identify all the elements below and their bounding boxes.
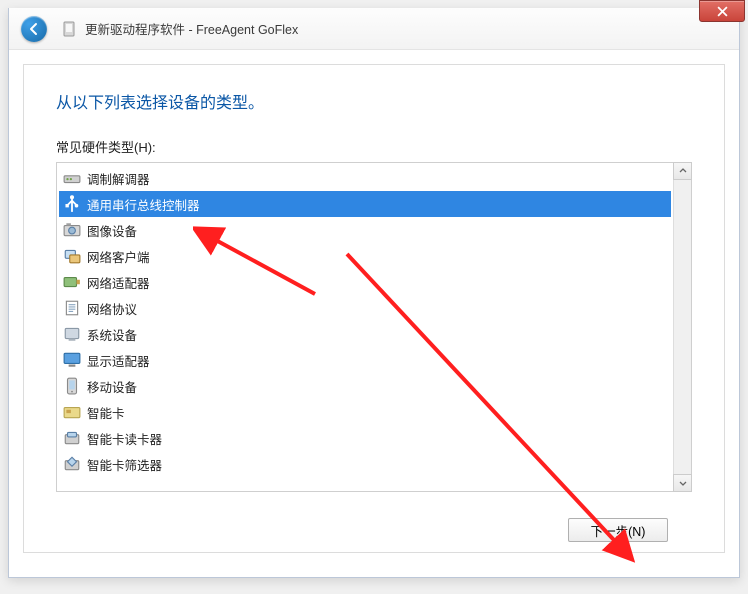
- screader-icon: [63, 429, 81, 447]
- display-icon: [63, 351, 81, 369]
- chevron-up-icon: [679, 167, 687, 175]
- list-item-label: 移动设备: [87, 377, 137, 396]
- list-item[interactable]: 调制解调器: [59, 165, 671, 191]
- list-label: 常见硬件类型(H):: [56, 137, 692, 156]
- mobile-icon: [63, 377, 81, 395]
- list-item[interactable]: 网络适配器: [59, 269, 671, 295]
- imaging-icon: [63, 221, 81, 239]
- content-frame: 从以下列表选择设备的类型。 常见硬件类型(H): 调制解调器通用串行总线控制器图…: [23, 64, 725, 553]
- next-button-label: 下一步(N): [591, 525, 646, 539]
- list-item[interactable]: 通用串行总线控制器: [59, 191, 671, 217]
- usb-icon: [63, 195, 81, 213]
- dialog-window: 更新驱动程序软件 - FreeAgent GoFlex 从以下列表选择设备的类型…: [8, 8, 740, 578]
- back-button[interactable]: [21, 16, 47, 42]
- list-item[interactable]: 网络客户端: [59, 243, 671, 269]
- window-title: 更新驱动程序软件 - FreeAgent GoFlex: [85, 19, 298, 38]
- system-icon: [63, 325, 81, 343]
- list-item-label: 智能卡: [87, 403, 125, 422]
- list-item-label: 系统设备: [87, 325, 137, 344]
- page-heading: 从以下列表选择设备的类型。: [56, 89, 692, 113]
- netproto-icon: [63, 299, 81, 317]
- smartcard-icon: [63, 403, 81, 421]
- next-button[interactable]: 下一步(N): [568, 518, 668, 542]
- modem-icon: [63, 169, 81, 187]
- arrow-left-icon: [27, 22, 41, 36]
- device-icon: [61, 21, 77, 37]
- header-bar: 更新驱动程序软件 - FreeAgent GoFlex: [9, 8, 739, 50]
- scroll-down-button[interactable]: [673, 474, 692, 492]
- list-item[interactable]: 系统设备: [59, 321, 671, 347]
- list-item[interactable]: 智能卡: [59, 399, 671, 425]
- list-item-label: 通用串行总线控制器: [87, 195, 200, 214]
- list-item[interactable]: 显示适配器: [59, 347, 671, 373]
- list-item[interactable]: 网络协议: [59, 295, 671, 321]
- scroll-up-button[interactable]: [673, 162, 692, 180]
- listbox-items: 调制解调器通用串行总线控制器图像设备网络客户端网络适配器网络协议系统设备显示适配…: [57, 163, 673, 491]
- close-button[interactable]: [699, 0, 745, 22]
- list-item[interactable]: 智能卡读卡器: [59, 425, 671, 451]
- list-item-label: 调制解调器: [87, 169, 150, 188]
- scrollbar[interactable]: [673, 163, 691, 491]
- netadapter-icon: [63, 273, 81, 291]
- list-item-label: 图像设备: [87, 221, 137, 240]
- list-item-label: 智能卡筛选器: [87, 455, 162, 474]
- list-item-label: 网络协议: [87, 299, 137, 318]
- list-item[interactable]: 图像设备: [59, 217, 671, 243]
- scfilter-icon: [63, 455, 81, 473]
- list-item-label: 显示适配器: [87, 351, 150, 370]
- list-item[interactable]: 移动设备: [59, 373, 671, 399]
- netclient-icon: [63, 247, 81, 265]
- list-item[interactable]: 智能卡筛选器: [59, 451, 671, 477]
- list-item-label: 网络客户端: [87, 247, 150, 266]
- close-icon: [717, 6, 728, 17]
- list-item-label: 智能卡读卡器: [87, 429, 162, 448]
- chevron-down-icon: [679, 479, 687, 487]
- hardware-type-listbox[interactable]: 调制解调器通用串行总线控制器图像设备网络客户端网络适配器网络协议系统设备显示适配…: [56, 162, 692, 492]
- list-item-label: 网络适配器: [87, 273, 150, 292]
